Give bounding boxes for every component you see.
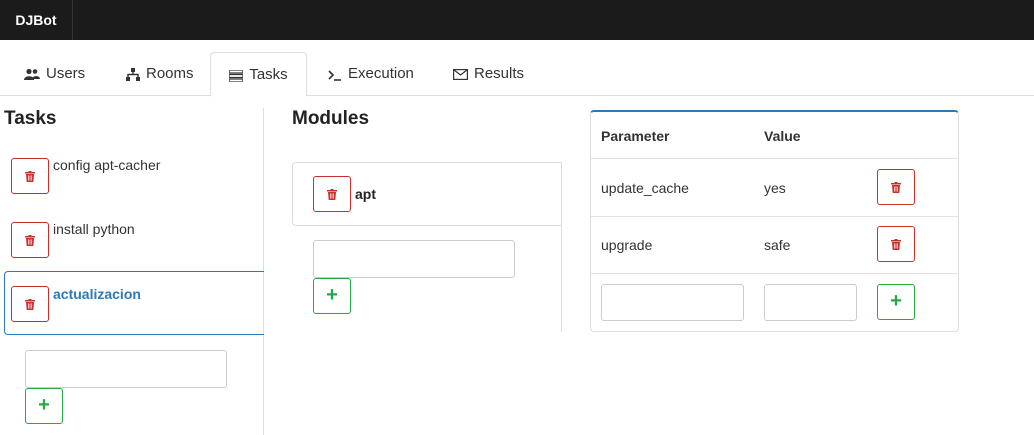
plus-icon: +: [890, 290, 902, 312]
new-task-input[interactable]: [25, 350, 227, 388]
module-label: apt: [355, 186, 376, 202]
sitemap-icon: [126, 52, 140, 96]
new-module-input[interactable]: [313, 240, 515, 278]
users-icon: [24, 52, 40, 96]
trash-icon: [327, 186, 337, 201]
module-item-apt[interactable]: apt: [292, 162, 562, 226]
parameter-value-cell: yes: [764, 180, 786, 196]
tab-results-label: Results: [474, 65, 525, 82]
delete-parameter-button[interactable]: [877, 226, 915, 262]
add-parameter-button[interactable]: +: [877, 284, 915, 320]
task-label: actualizacion: [53, 286, 141, 302]
tab-users[interactable]: Users: [24, 52, 85, 96]
delete-task-button[interactable]: [11, 158, 49, 194]
tasks-icon: [229, 53, 244, 97]
trash-icon: [891, 236, 901, 251]
row-divider: [591, 158, 958, 159]
tab-results[interactable]: Results: [453, 52, 524, 96]
add-task-button[interactable]: +: [25, 388, 63, 424]
tasks-heading: Tasks: [4, 108, 57, 129]
task-label: install python: [53, 221, 135, 237]
parameter-column-header: Parameter: [601, 128, 670, 144]
trash-icon: [891, 179, 901, 194]
tab-tasks-label: Tasks: [249, 66, 288, 83]
delete-module-button[interactable]: [313, 176, 351, 212]
row-divider: [591, 216, 958, 217]
task-item-config-apt-cacher[interactable]: config apt-cacher: [4, 157, 264, 219]
task-label: config apt-cacher: [53, 157, 161, 173]
terminal-icon: [328, 52, 342, 96]
tab-users-label: Users: [46, 65, 86, 82]
delete-parameter-button[interactable]: [877, 169, 915, 205]
parameter-value-cell: safe: [764, 237, 791, 253]
envelope-icon: [453, 52, 468, 96]
top-navbar: DJBot: [0, 0, 1034, 40]
plus-icon: +: [326, 284, 338, 306]
delete-task-button[interactable]: [11, 286, 49, 322]
modules-heading: Modules: [292, 108, 370, 129]
value-column-header: Value: [764, 128, 801, 144]
trash-icon: [25, 168, 35, 183]
task-item-actualizacion[interactable]: actualizacion: [4, 271, 264, 335]
plus-icon: +: [38, 394, 50, 416]
delete-task-button[interactable]: [11, 222, 49, 258]
tab-rooms-label: Rooms: [146, 65, 194, 82]
trash-icon: [25, 296, 35, 311]
tab-rooms[interactable]: Rooms: [126, 52, 194, 96]
main-tabs: Users Rooms Tasks Execution Results: [0, 52, 1034, 97]
tab-tasks[interactable]: Tasks: [210, 52, 307, 97]
parameter-name-cell: upgrade: [601, 237, 653, 253]
parameters-table: Parameter Value update_cache yes upgrade…: [590, 110, 959, 332]
trash-icon: [25, 232, 35, 247]
tab-execution-label: Execution: [348, 65, 414, 82]
add-module-button[interactable]: +: [313, 278, 351, 314]
new-parameter-value-input[interactable]: [764, 284, 857, 321]
new-parameter-name-input[interactable]: [601, 284, 744, 321]
row-divider: [591, 273, 958, 274]
brand-link[interactable]: DJBot: [0, 0, 73, 40]
parameter-name-cell: update_cache: [601, 180, 689, 196]
tab-execution[interactable]: Execution: [328, 52, 414, 96]
